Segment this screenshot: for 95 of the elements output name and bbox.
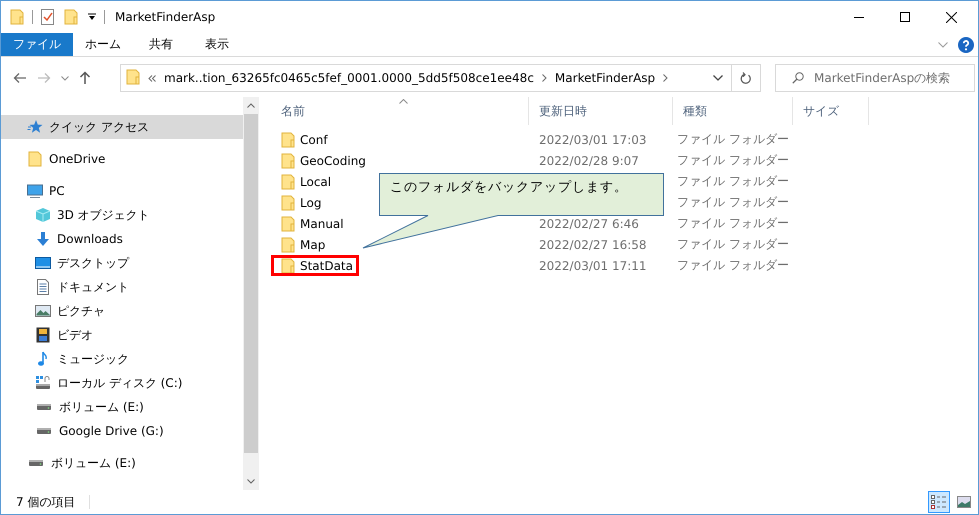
close-icon xyxy=(946,12,956,22)
drive-icon xyxy=(36,428,52,434)
folder-icon xyxy=(10,9,24,25)
drive-icon xyxy=(28,460,44,466)
picture-icon xyxy=(35,303,51,319)
properties-icon[interactable] xyxy=(41,9,54,25)
folder-name[interactable]: Conf xyxy=(271,129,334,150)
date-cell-text: 2022/03/01 17:03 xyxy=(538,132,648,146)
help-icon[interactable] xyxy=(958,36,974,52)
search-field[interactable]: MarketFinderAspの検索 xyxy=(775,64,975,92)
details-list-icon xyxy=(931,495,947,509)
chevron-right-icon[interactable] xyxy=(542,74,547,82)
window-title: MarketFinderAsp xyxy=(115,10,216,24)
new-folder-icon xyxy=(64,9,78,25)
nav-item[interactable]: Google Drive (G:) xyxy=(1,419,243,443)
nav-item[interactable]: ピクチャ xyxy=(1,299,243,323)
column-header[interactable]: 種類 xyxy=(673,97,793,125)
star-icon xyxy=(27,119,43,135)
nav-item[interactable]: ボリューム (E:) xyxy=(1,395,243,419)
folder-icon xyxy=(281,216,295,232)
nav-item[interactable]: ビデオ xyxy=(1,323,243,347)
folder-icon xyxy=(281,152,295,168)
folder-name[interactable]: Local xyxy=(271,171,338,192)
date-cell-text: 2022/02/28 9:07 xyxy=(538,154,640,168)
scrollbar-thumb[interactable] xyxy=(244,114,258,453)
maximize-icon xyxy=(900,12,910,22)
breadcrumb[interactable]: mark..tion_63265fc0465c5fef_0001.0000_5dd5f508ce1ee48c xyxy=(164,71,534,85)
nav-item[interactable]: クイック アクセス xyxy=(1,115,243,139)
ribbon-tab[interactable]: 表示 xyxy=(189,33,245,56)
nav-item[interactable]: 3D オブジェクト xyxy=(1,203,243,227)
ribbon-tab[interactable]: 共有 xyxy=(133,33,189,56)
folder-icon xyxy=(27,151,43,167)
type-cell-text: ファイル フォルダー xyxy=(676,257,790,274)
date-cell-text: 2022/02/27 16:58 xyxy=(538,238,648,252)
ribbon-tab[interactable]: ファイル xyxy=(1,33,73,56)
picture-icon xyxy=(957,496,971,508)
folder-name[interactable]: Manual xyxy=(271,213,350,234)
up-arrow-icon[interactable] xyxy=(79,71,91,85)
sort-ascending-icon xyxy=(399,99,408,104)
folder-name[interactable]: Log xyxy=(271,192,328,213)
document-icon xyxy=(35,279,51,295)
folder-icon xyxy=(281,258,295,274)
nav-item[interactable]: OneDrive xyxy=(1,147,243,171)
type-cell-text: ファイル フォルダー xyxy=(676,152,790,169)
folder-icon xyxy=(281,174,295,190)
nav-item[interactable]: ローカル ディスク (C:) xyxy=(1,371,243,395)
address-bar[interactable]: mark..tion_63265fc0465c5fef_0001.0000_5dd5f508ce1ee48c MarketFinderAsp xyxy=(120,64,761,92)
folder-name[interactable]: StatData xyxy=(271,255,359,276)
date-cell-text: 2022/02/27 6:46 xyxy=(538,216,640,230)
type-cell-text: ファイル フォルダー xyxy=(676,131,790,148)
column-header[interactable]: サイズ xyxy=(793,97,869,125)
folder-name[interactable]: GeoCoding xyxy=(271,150,372,171)
column-header[interactable]: 更新日時 xyxy=(529,97,673,125)
type-cell-text: ファイル フォルダー xyxy=(676,215,790,232)
folder-icon xyxy=(126,68,140,84)
download-arrow-icon xyxy=(35,231,51,247)
double-chevron-icon[interactable] xyxy=(148,74,156,82)
desktop-icon xyxy=(35,255,51,271)
folder-icon xyxy=(281,236,295,252)
drive-icon xyxy=(36,404,52,410)
search-icon xyxy=(792,72,804,84)
refresh-icon xyxy=(740,72,752,84)
back-arrow-icon[interactable] xyxy=(13,72,27,84)
folder-icon xyxy=(281,132,295,148)
monitor-icon xyxy=(27,183,43,199)
item-count: 7 個の項目 xyxy=(16,494,76,510)
recent-locations-icon[interactable] xyxy=(61,76,69,80)
cube-icon xyxy=(35,207,51,223)
dropdown-icon[interactable] xyxy=(88,13,96,21)
date-cell-text: 2022/03/01 17:11 xyxy=(538,258,648,272)
type-cell-text: ファイル フォルダー xyxy=(676,194,790,211)
chevron-down-icon xyxy=(712,75,722,81)
folder-name[interactable]: Map xyxy=(271,234,332,255)
nav-item[interactable]: デスクトップ xyxy=(1,251,243,275)
nav-item[interactable]: ミュージック xyxy=(1,347,243,371)
minimize-icon xyxy=(854,16,864,18)
system-drive-icon xyxy=(35,375,51,391)
scroll-up-icon[interactable] xyxy=(247,103,255,108)
callout-text: このフォルダをバックアップします。 xyxy=(390,179,628,197)
type-cell-text: ファイル フォルダー xyxy=(676,173,790,190)
details-view-button[interactable] xyxy=(928,491,950,513)
chevron-right-icon[interactable] xyxy=(663,74,668,82)
nav-item[interactable]: PC xyxy=(1,179,243,203)
breadcrumb[interactable]: MarketFinderAsp xyxy=(554,71,656,85)
type-cell-text: ファイル フォルダー xyxy=(676,236,790,253)
expand-ribbon-icon[interactable] xyxy=(938,42,948,48)
scroll-down-icon[interactable] xyxy=(247,479,255,484)
film-icon xyxy=(35,327,51,343)
nav-item[interactable]: ボリューム (E:) xyxy=(1,451,243,475)
nav-item[interactable]: ドキュメント xyxy=(1,275,243,299)
ribbon-tab[interactable]: ホーム xyxy=(73,33,133,56)
folder-icon xyxy=(281,194,295,210)
column-header[interactable]: 名前 xyxy=(271,97,529,125)
search-input[interactable]: MarketFinderAspの検索 xyxy=(814,65,974,91)
nav-item[interactable]: Downloads xyxy=(1,227,243,251)
